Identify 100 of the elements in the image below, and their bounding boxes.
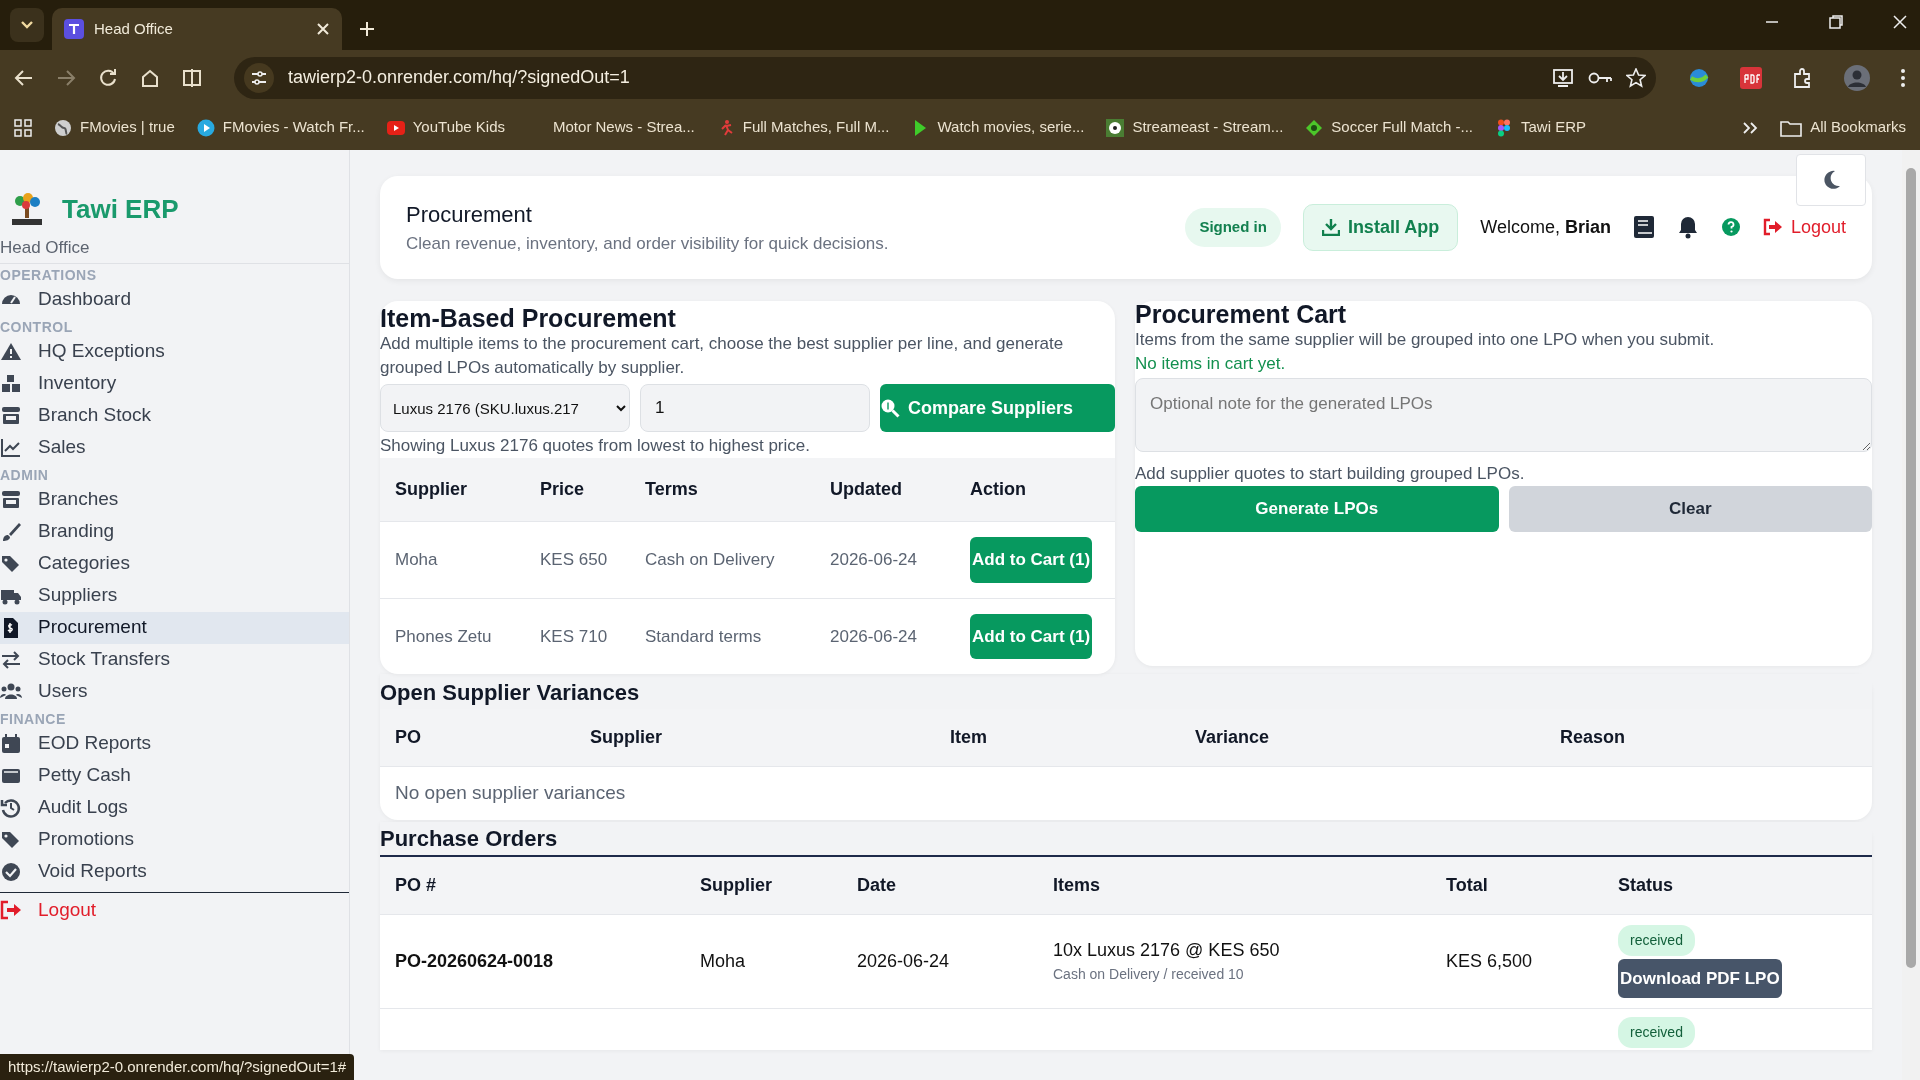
- bookmark[interactable]: FMovies - Watch Fr...: [196, 116, 365, 139]
- bookmark[interactable]: Motor News - Strea...: [527, 116, 695, 139]
- sidebar-item[interactable]: Dashboard: [0, 283, 349, 316]
- logout-icon: [1762, 218, 1783, 237]
- boxes-icon: [0, 372, 22, 395]
- bookmark[interactable]: Watch movies, serie...: [911, 116, 1085, 139]
- sidebar-item[interactable]: Categories: [0, 547, 349, 580]
- browser-tab[interactable]: Head Office: [52, 8, 342, 50]
- column-header: Status: [1603, 856, 1872, 914]
- install-app-button[interactable]: Install App: [1302, 203, 1459, 251]
- home-icon[interactable]: [140, 67, 160, 88]
- sidebar-item[interactable]: Inventory: [0, 367, 349, 400]
- download-pdf-button[interactable]: Download PDF LPO: [1618, 958, 1782, 998]
- star-icon[interactable]: [1626, 67, 1646, 88]
- logout-link[interactable]: Logout: [1762, 213, 1846, 241]
- item-select[interactable]: Luxus 2176 (SKU.luxus.217: [380, 384, 630, 432]
- new-tab-icon[interactable]: [358, 20, 376, 38]
- column-header: Reason: [1545, 709, 1872, 767]
- section-description: Items from the same supplier will be grouped into one LPO when you submit.: [1135, 329, 1716, 351]
- sidebar-item[interactable]: Void Reports: [0, 855, 349, 888]
- sidebar-item[interactable]: Branch Stock: [0, 399, 349, 432]
- sidebar-item[interactable]: EOD Reports: [0, 727, 349, 760]
- folder-icon: [1780, 118, 1803, 137]
- search-icon: [880, 398, 900, 418]
- bookmark[interactable]: FMovies | true: [54, 116, 175, 139]
- pdf-icon[interactable]: [1740, 66, 1762, 89]
- theme-toggle-button[interactable]: [1796, 154, 1866, 206]
- restore-icon[interactable]: [1828, 14, 1844, 30]
- chart-line-icon: [0, 436, 22, 459]
- cart-hint: Add supplier quotes to start building grouped LPOs.: [1135, 463, 1526, 485]
- sidebar-item[interactable]: Users: [0, 675, 349, 708]
- column-header: Date: [842, 856, 1038, 914]
- all-bookmarks[interactable]: All Bookmarks: [1780, 116, 1906, 139]
- table-cell: Moha: [700, 950, 746, 971]
- status-badge: Signed in: [1185, 208, 1281, 247]
- chevrons-right-icon[interactable]: [1742, 120, 1759, 135]
- column-header: Total: [1431, 856, 1603, 914]
- table-cell: KES 710: [525, 598, 630, 674]
- menu-icon[interactable]: [1900, 67, 1906, 88]
- note-field[interactable]: Optional note for the generated LPOs: [1135, 378, 1872, 452]
- scrollbar[interactable]: [1902, 150, 1920, 1080]
- empty-message: No open supplier variances: [380, 766, 1872, 820]
- sidebar-item[interactable]: Stock Transfers: [0, 643, 349, 676]
- avatar-icon[interactable]: [1844, 64, 1870, 91]
- sidebar-item[interactable]: Suppliers: [0, 579, 349, 612]
- install-icon[interactable]: [1552, 67, 1574, 88]
- bookmark[interactable]: Full Matches, Full M...: [716, 116, 890, 139]
- column-header: Action: [955, 458, 1115, 522]
- globe-extension-icon[interactable]: [1688, 66, 1710, 89]
- play-icon: [196, 118, 215, 137]
- section-title: Procurement Cart: [1135, 300, 1348, 328]
- column-header: Item: [935, 709, 1180, 767]
- clear-button[interactable]: Clear: [1508, 486, 1872, 532]
- column-header: Terms: [630, 458, 815, 522]
- tab-title: Head Office: [94, 18, 173, 39]
- split-view-icon[interactable]: [182, 67, 202, 88]
- sidebar-item[interactable]: Promotions: [0, 823, 349, 856]
- help-icon[interactable]: [1720, 217, 1741, 238]
- bookmark[interactable]: Tawi ERP: [1495, 116, 1587, 139]
- site-favicon-icon: [64, 19, 84, 39]
- bookmark[interactable]: YouTube Kids: [386, 116, 506, 139]
- results-note: Showing Luxus 2176 quotes from lowest to highest price.: [380, 435, 811, 457]
- status-url: https://tawierp2-0.onrender.com/hq/?signedOut=1#: [0, 1053, 355, 1080]
- generate-lpos-button[interactable]: Generate LPOs: [1135, 486, 1499, 532]
- key-icon[interactable]: [1588, 70, 1612, 85]
- sidebar-item[interactable]: Sales: [0, 431, 349, 464]
- column-header: Supplier: [685, 856, 842, 914]
- address-bar[interactable]: tawierp2-0.onrender.com/hq/?signedOut=1: [234, 56, 1656, 99]
- close-icon[interactable]: [1892, 14, 1908, 30]
- section-title: Purchase Orders: [380, 821, 1872, 857]
- sidebar-item[interactable]: Branding: [0, 515, 349, 548]
- bookmark[interactable]: Streameast - Stream...: [1106, 116, 1284, 139]
- page-subtitle: Clean revenue, inventory, and order visibility for quick decisions.: [406, 233, 890, 255]
- quantity-field[interactable]: 1: [640, 384, 870, 432]
- sidebar-item[interactable]: Branches: [0, 483, 349, 516]
- apps-grid-icon[interactable]: [14, 118, 32, 137]
- table-cell: 2026-06-24: [857, 950, 950, 971]
- bookmark[interactable]: Soccer Full Match -...: [1305, 116, 1473, 139]
- page-title: Procurement: [406, 201, 533, 229]
- close-icon[interactable]: [316, 22, 330, 36]
- bell-icon[interactable]: [1676, 215, 1699, 240]
- back-icon[interactable]: [14, 68, 34, 87]
- forward-icon[interactable]: [56, 68, 76, 87]
- column-header: Updated: [815, 458, 955, 522]
- add-to-cart-button[interactable]: Add to Cart (1): [970, 613, 1093, 659]
- sidebar-item[interactable]: HQ Exceptions: [0, 335, 349, 368]
- sidebar-item[interactable]: Petty Cash: [0, 759, 349, 792]
- table-cell: KES 650: [525, 521, 630, 598]
- compare-suppliers-button[interactable]: Compare Suppliers: [880, 384, 1115, 432]
- column-header: Price: [525, 458, 630, 522]
- column-header: Items: [1038, 856, 1431, 914]
- book-icon[interactable]: [1632, 215, 1655, 240]
- add-to-cart-button[interactable]: Add to Cart (1): [970, 537, 1093, 583]
- tab-list-button[interactable]: [10, 8, 44, 42]
- logout-link[interactable]: Logout: [0, 891, 349, 928]
- sidebar-item[interactable]: Audit Logs: [0, 791, 349, 824]
- table-cell: KES 6,500: [1446, 950, 1533, 971]
- section-description: Add multiple items to the procurement cart, choose the best supplier per line, and generate grouped LPOs automatically by supplier.: [380, 333, 1065, 379]
- reload-icon[interactable]: [98, 67, 118, 88]
- sidebar-item[interactable]: Procurement: [0, 611, 349, 644]
